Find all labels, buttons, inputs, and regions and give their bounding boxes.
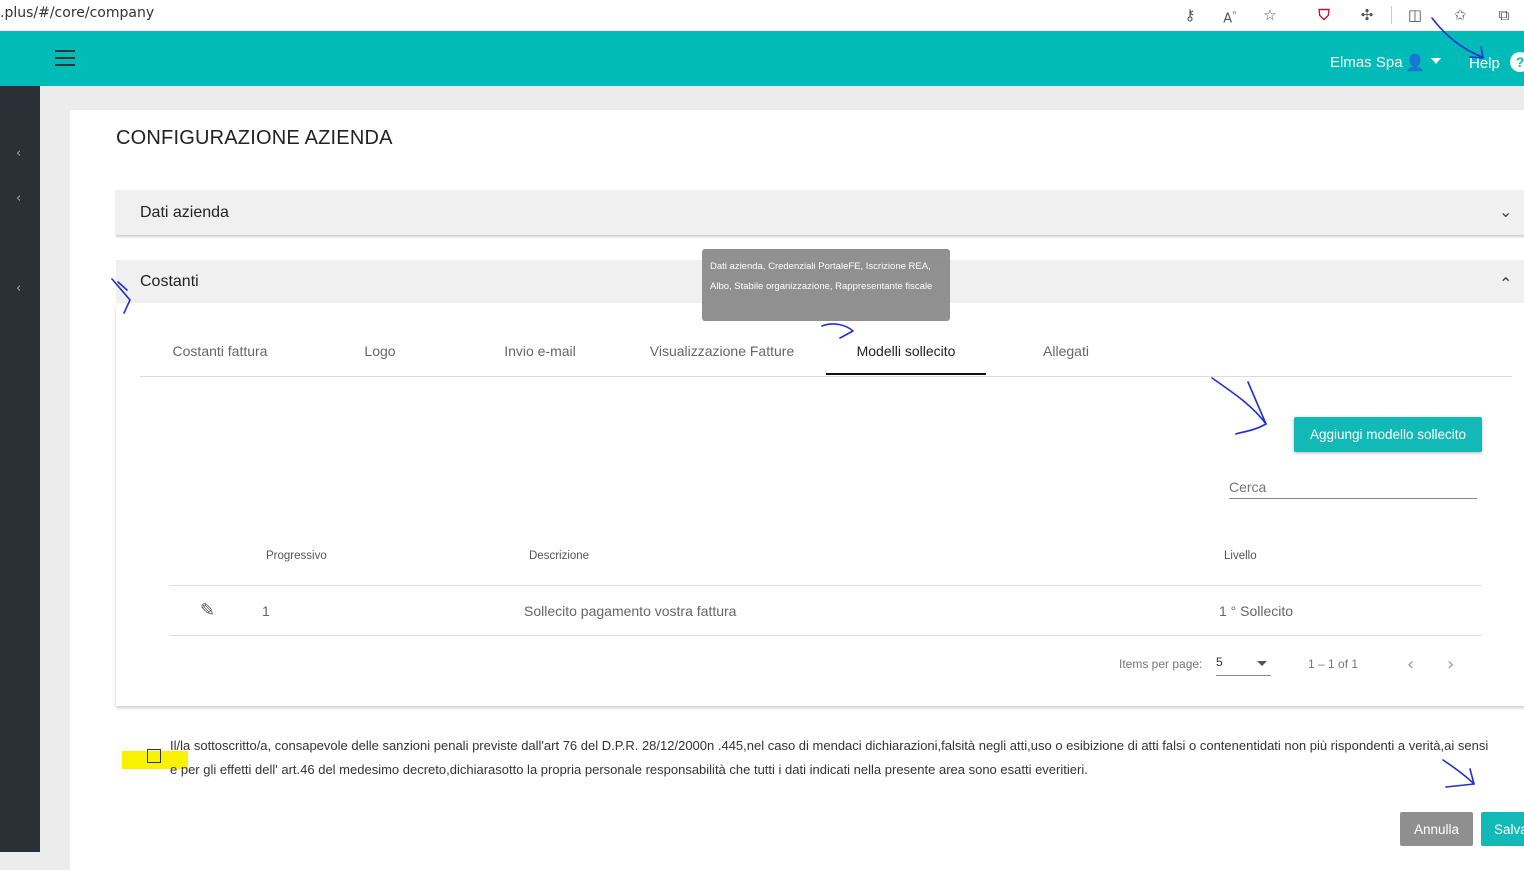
panel-costanti-body [116,304,1524,706]
user-name[interactable]: Elmas Spa [1330,54,1403,71]
tab-costanti-fattura[interactable]: Costanti fattura [140,343,300,359]
page-title: CONFIGURAZIONE AZIENDA [116,127,393,149]
tooltip: Dati azienda, Credenziali PortaleFE, Isc… [702,249,950,321]
favorites-icon[interactable]: ✩ [1449,4,1471,26]
column-header-livello[interactable]: Livello [1224,550,1257,562]
chevron-up-icon[interactable]: ⌃ [1499,274,1512,293]
declaration-text: Il/la sottoscritto/a, consapevole delle … [170,738,1489,777]
chevron-down-icon[interactable] [1257,661,1267,666]
declaration-checkbox[interactable] [147,749,161,763]
tab-invio-email[interactable]: Invio e-mail [460,343,620,359]
panel-dati-azienda[interactable]: Dati azienda ⌄ [116,190,1524,236]
page-size-value: 5 [1216,655,1223,669]
favorite-star-icon[interactable]: ☆ [1259,4,1281,26]
help-icon[interactable]: ? [1510,52,1524,72]
add-sollecito-model-button[interactable]: Aggiungi modello sollecito [1294,417,1482,452]
address-bar-url[interactable]: .plus/#/core/company [0,5,154,21]
collections-icon[interactable]: ⧉ [1493,4,1515,26]
panel-title: Costanti [140,273,199,290]
save-button[interactable]: Salva [1481,812,1524,846]
previous-page-icon[interactable]: ‹ [1407,654,1414,675]
tab-divider [140,376,1512,377]
tab-modelli-sollecito[interactable]: Modelli sollecito [826,343,986,359]
toolbar-separator [1391,6,1392,24]
chevron-down-icon[interactable]: ⌄ [1499,202,1512,221]
cancel-button[interactable]: Annulla [1400,812,1473,846]
sidebar: ‹ ‹ ‹ [0,86,40,852]
tab-allegati[interactable]: Allegati [986,343,1146,359]
tab-logo[interactable]: Logo [300,343,460,359]
search-input[interactable] [1229,476,1477,499]
next-page-icon[interactable]: › [1447,654,1454,675]
menu-icon[interactable] [55,50,75,66]
panel-title: Dati azienda [140,204,229,221]
edit-icon[interactable]: ✎ [200,600,215,621]
items-per-page-label: Items per page: [1119,657,1203,671]
sidebar-collapse-icon[interactable]: ‹ [16,191,21,206]
mcafee-icon[interactable]: ⛉ [1313,4,1335,26]
cell-progressivo: 1 [262,603,270,619]
sidebar-collapse-icon[interactable]: ‹ [16,146,21,161]
key-icon[interactable]: ⚷ [1179,4,1201,26]
table-header-divider [170,585,1482,586]
column-header-progressivo[interactable]: Progressivo [266,550,327,562]
active-tab-indicator [826,373,986,375]
help-link[interactable]: Help [1469,55,1500,72]
split-screen-icon[interactable]: ◫ [1404,4,1426,26]
page-range: 1 – 1 of 1 [1308,657,1359,671]
column-header-descrizione[interactable]: Descrizione [529,550,589,562]
tab-visualizzazione-fatture[interactable]: Visualizzazione Fatture [642,343,802,359]
chevron-down-icon[interactable] [1431,58,1441,64]
extensions-icon[interactable]: ✣ [1356,4,1378,26]
cell-descrizione: Sollecito pagamento vostra fattura [524,603,737,619]
tooltip-text: Dati azienda, Credenziali PortaleFE, Isc… [710,261,933,292]
user-icon[interactable]: 👤 [1405,53,1425,72]
sidebar-collapse-icon[interactable]: ‹ [16,281,21,296]
table-row-divider [170,635,1482,636]
cell-livello: 1 ° Sollecito [1219,603,1294,619]
app-header [0,31,1524,86]
read-aloud-icon[interactable]: Aꟸ [1219,4,1241,26]
browser-toolbar: .plus/#/core/company ⚷ Aꟸ ☆ ⛉ ✣ ◫ ✩ ⧉ [0,0,1524,32]
